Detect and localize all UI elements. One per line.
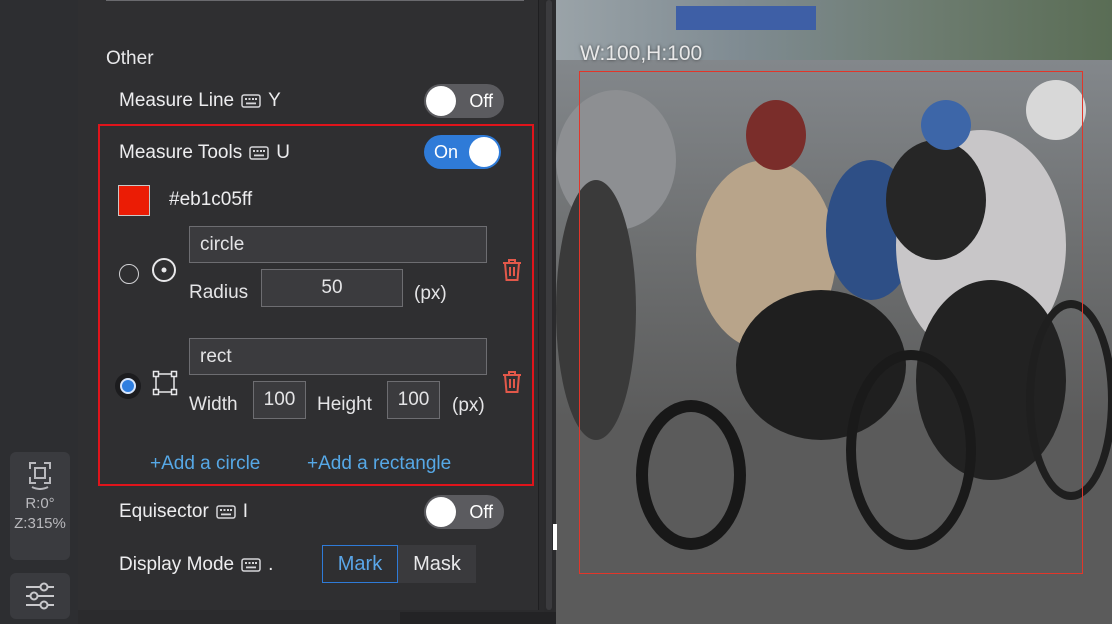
measure-line-row: Measure Line Y xyxy=(119,90,281,112)
scrollbar-thumb[interactable] xyxy=(546,0,552,610)
equisector-toggle[interactable]: Off xyxy=(424,495,504,529)
rect-name-input[interactable]: rect xyxy=(189,338,487,375)
display-mode-segmented: Mark Mask xyxy=(322,545,476,583)
toggle-state: On xyxy=(434,142,459,162)
measure-tools-row: Measure Tools U xyxy=(119,142,290,164)
radius-label: Radius xyxy=(189,282,249,303)
app-root: R:0° Z:315% Other Measure Line Y Off Mea… xyxy=(0,0,1112,624)
rect-radio-selected[interactable] xyxy=(118,376,138,396)
color-hex-value: #eb1c05ff xyxy=(169,189,253,210)
section-title: Other xyxy=(106,48,154,69)
height-input[interactable]: 100 xyxy=(387,381,440,419)
measure-line-shortcut: Y xyxy=(268,90,281,111)
measure-rectangle-overlay[interactable] xyxy=(579,71,1083,574)
adjust-settings-button[interactable] xyxy=(10,573,70,619)
radius-unit: (px) xyxy=(414,283,447,304)
rotation-readout: R:0° xyxy=(25,495,55,512)
measure-size-label: W:100,H:100 xyxy=(580,42,703,65)
divider xyxy=(106,0,524,1)
measure-tools-label: Measure Tools xyxy=(119,142,243,163)
delete-circle-trash-icon[interactable] xyxy=(501,258,523,282)
add-rectangle-link[interactable]: +Add a rectangle xyxy=(307,453,451,475)
display-mode-row: Display Mode . xyxy=(119,554,273,576)
toggle-state: Off xyxy=(469,502,493,522)
mode-mask-button[interactable]: Mask xyxy=(398,545,476,583)
mode-mark-button[interactable]: Mark xyxy=(322,545,398,583)
measure-line-toggle[interactable]: Off xyxy=(424,84,504,118)
bottom-bar xyxy=(400,612,556,624)
street-sign xyxy=(676,6,816,30)
zoom-readout: Z:315% xyxy=(14,515,66,532)
circle-name-input[interactable]: circle xyxy=(189,226,487,263)
toggle-knob xyxy=(426,497,456,527)
equisector-row: Equisector I xyxy=(119,501,248,523)
rectangle-icon xyxy=(152,370,178,396)
measure-line-label: Measure Line xyxy=(119,90,235,111)
add-circle-link[interactable]: +Add a circle xyxy=(150,453,260,475)
color-swatch[interactable] xyxy=(118,185,150,216)
measure-tools-toggle[interactable]: On xyxy=(424,135,501,169)
sliders-icon xyxy=(26,582,54,610)
toggle-knob xyxy=(469,137,499,167)
radius-input[interactable]: 50 xyxy=(261,269,403,307)
width-input[interactable]: 100 xyxy=(253,381,306,419)
equisector-shortcut: I xyxy=(242,501,249,522)
rect-unit: (px) xyxy=(452,395,485,416)
height-label: Height xyxy=(317,394,372,415)
keyboard-icon xyxy=(249,145,269,161)
display-mode-label: Display Mode xyxy=(119,554,235,575)
circle-radio[interactable] xyxy=(119,264,139,284)
circle-target-icon xyxy=(152,258,176,282)
width-label: Width xyxy=(189,394,238,415)
keyboard-icon xyxy=(216,504,236,520)
equisector-label: Equisector xyxy=(119,501,209,522)
measure-tools-shortcut: U xyxy=(276,142,290,163)
delete-rect-trash-icon[interactable] xyxy=(501,370,523,394)
canvas-edge-marker xyxy=(553,524,557,550)
toggle-knob xyxy=(426,86,456,116)
rotation-zoom-widget[interactable]: R:0° Z:315% xyxy=(10,452,70,560)
toggle-state: Off xyxy=(469,91,493,111)
fit-screen-icon xyxy=(29,462,51,490)
display-mode-shortcut: . xyxy=(268,554,274,575)
keyboard-icon xyxy=(241,557,261,573)
keyboard-icon xyxy=(241,93,261,109)
